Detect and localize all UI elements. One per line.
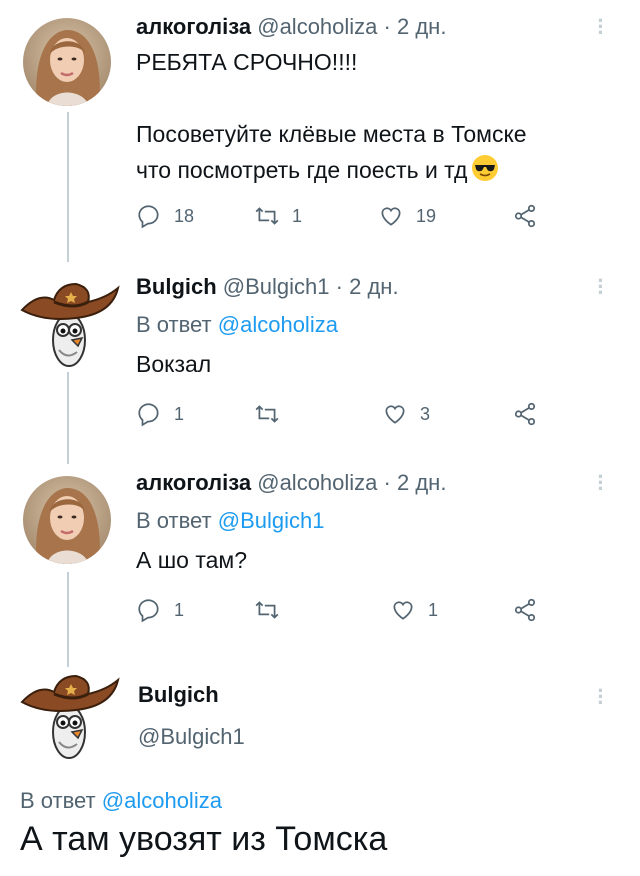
reply-count: 1 bbox=[174, 403, 185, 424]
reply-icon bbox=[138, 205, 159, 229]
avatar[interactable] bbox=[23, 18, 111, 106]
avatar[interactable] bbox=[14, 270, 124, 370]
like-count: 3 bbox=[420, 403, 431, 424]
retweet-count: 1 bbox=[292, 205, 303, 226]
like-button[interactable]: 19 bbox=[378, 202, 436, 230]
user-handle[interactable]: @Bulgich1 bbox=[138, 724, 245, 750]
timestamp[interactable]: 2 дн. bbox=[397, 470, 446, 495]
tweet-text-line-content: что посмотреть где поесть и тд bbox=[136, 157, 468, 183]
retweet-button[interactable] bbox=[254, 596, 280, 624]
tweet-actions: 18 1 19 bbox=[136, 202, 576, 230]
share-button[interactable] bbox=[512, 596, 538, 624]
tweet-text: А шо там? bbox=[136, 547, 248, 573]
tweet-header: алкоголіза @alcoholiza · 2 дн. bbox=[136, 14, 446, 40]
like-count: 1 bbox=[428, 599, 439, 620]
retweet-icon bbox=[255, 601, 279, 619]
more-options-icon[interactable]: · · · bbox=[596, 680, 606, 714]
tweet-text-line bbox=[136, 80, 527, 116]
user-handle[interactable]: @Bulgich1 bbox=[223, 274, 330, 299]
mention-link[interactable]: @alcoholiza bbox=[218, 312, 338, 337]
tweet-header: алкоголіза @alcoholiza · 2 дн. bbox=[136, 470, 446, 496]
heart-icon bbox=[381, 207, 401, 226]
reply-context: В ответ @alcoholiza bbox=[136, 312, 338, 338]
user-handle[interactable]: @alcoholiza bbox=[257, 14, 377, 39]
like-button[interactable]: 3 bbox=[382, 400, 430, 428]
reply-button[interactable]: 18 bbox=[136, 202, 194, 230]
focused-tweet[interactable]: Bulgich @Bulgich1 · · · В ответ @alcoholiz… bbox=[0, 662, 640, 876]
mention-link[interactable]: @alcoholiza bbox=[102, 788, 222, 813]
share-button[interactable] bbox=[512, 202, 538, 230]
share-icon bbox=[514, 402, 536, 426]
reply-prefix: В ответ bbox=[136, 312, 212, 337]
tweet[interactable]: алкоголіза @alcoholiza · 2 дн. · · · В отв… bbox=[0, 462, 640, 662]
tweet-header: Bulgich @Bulgich1 · 2 дн. bbox=[136, 274, 399, 300]
display-name[interactable]: алкоголіза bbox=[136, 470, 251, 495]
tweet-text: Вокзал bbox=[136, 351, 212, 377]
more-options-icon[interactable]: · · · bbox=[596, 10, 606, 44]
tweet[interactable]: алкоголіза @alcoholiza · 2 дн. · · · РЕБЯТ… bbox=[0, 0, 640, 262]
retweet-icon bbox=[255, 405, 279, 423]
heart-icon bbox=[385, 405, 405, 424]
separator: · bbox=[383, 14, 391, 39]
tweet[interactable]: Bulgich @Bulgich1 · 2 дн. · · · В ответ @a… bbox=[0, 262, 640, 462]
reply-prefix: В ответ bbox=[20, 788, 96, 813]
retweet-icon bbox=[255, 207, 279, 225]
tweet-text-line: Посоветуйте клёвые места в Томске bbox=[136, 121, 527, 147]
separator: · bbox=[335, 274, 343, 299]
share-button[interactable] bbox=[512, 400, 538, 428]
tweet-text-line: что посмотреть где поесть и тд bbox=[136, 152, 527, 188]
mention-link[interactable]: @Bulgich1 bbox=[218, 508, 325, 533]
share-icon bbox=[514, 598, 536, 622]
reply-icon bbox=[138, 403, 159, 427]
reply-count: 1 bbox=[174, 599, 185, 620]
reply-count: 18 bbox=[174, 205, 195, 226]
like-button[interactable]: 1 bbox=[390, 596, 438, 624]
timestamp[interactable]: 2 дн. bbox=[349, 274, 398, 299]
tweet-text-line: РЕБЯТА СРОЧНО!!!! bbox=[136, 49, 358, 75]
heart-icon bbox=[393, 601, 413, 620]
sunglasses-emoji-icon bbox=[472, 155, 499, 181]
reply-icon bbox=[138, 599, 159, 623]
separator: · bbox=[383, 470, 391, 495]
display-name[interactable]: Bulgich bbox=[136, 274, 217, 299]
share-icon bbox=[514, 204, 536, 228]
tweet-text: А там увозят из Томска bbox=[20, 820, 388, 858]
avatar[interactable] bbox=[14, 662, 124, 762]
user-handle[interactable]: @alcoholiza bbox=[257, 470, 377, 495]
tweet-actions: 1 1 bbox=[136, 596, 576, 624]
retweet-button[interactable]: 1 bbox=[254, 202, 302, 230]
more-options-icon[interactable]: · · · bbox=[596, 270, 606, 304]
retweet-button[interactable] bbox=[254, 400, 280, 428]
tweet-actions: 1 3 bbox=[136, 400, 576, 428]
reply-context: В ответ @alcoholiza bbox=[20, 788, 222, 814]
avatar[interactable] bbox=[23, 476, 111, 564]
tweet-text: РЕБЯТА СРОЧНО!!!! Посоветуйте клёвые мес… bbox=[136, 44, 527, 188]
reply-prefix: В ответ bbox=[136, 508, 212, 533]
reply-button[interactable]: 1 bbox=[136, 596, 184, 624]
more-options-icon[interactable]: · · · bbox=[596, 466, 606, 500]
display-name[interactable]: Bulgich bbox=[138, 682, 219, 708]
like-count: 19 bbox=[416, 205, 437, 226]
display-name[interactable]: алкоголіза bbox=[136, 14, 251, 39]
timestamp[interactable]: 2 дн. bbox=[397, 14, 446, 39]
reply-context: В ответ @Bulgich1 bbox=[136, 508, 325, 534]
reply-button[interactable]: 1 bbox=[136, 400, 184, 428]
